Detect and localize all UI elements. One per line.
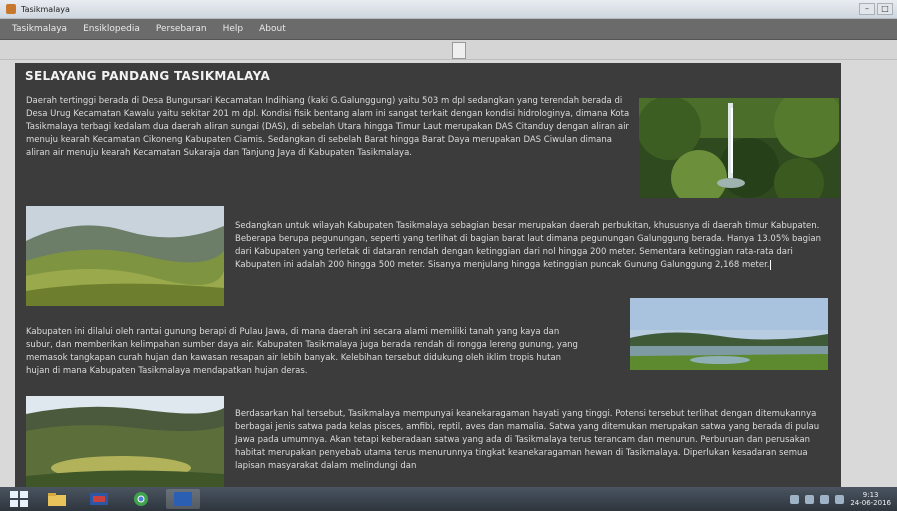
crater-photo — [26, 396, 224, 487]
paragraph-2-wrap: Sedangkan untuk wilayah Kabupaten Tasikm… — [235, 220, 835, 272]
hills-photo — [26, 206, 224, 306]
menu-bar: Tasikmalaya Ensiklopedia Persebaran Help… — [0, 19, 897, 40]
clock-time: 9:13 — [862, 491, 879, 499]
toolstrip — [0, 40, 897, 60]
media-icon — [90, 493, 108, 505]
menu-about[interactable]: About — [251, 24, 294, 34]
browser-icon — [134, 492, 148, 506]
network-icon[interactable] — [820, 494, 830, 504]
maximize-button[interactable]: □ — [877, 3, 893, 15]
taskbar: 9:13 24-06-2016 — [0, 487, 897, 511]
word-icon — [174, 492, 192, 506]
lake-photo — [630, 298, 828, 370]
paragraph-4: Berdasarkan hal tersebut, Tasikmalaya me… — [235, 409, 820, 471]
article-title: SELAYANG PANDANG TASIKMALAYA — [25, 69, 271, 83]
text-caret — [769, 259, 771, 270]
bookmark-icon[interactable] — [452, 42, 466, 59]
start-button[interactable] — [6, 489, 32, 509]
menu-help[interactable]: Help — [215, 24, 252, 34]
system-clock[interactable]: 9:13 24-06-2016 — [850, 491, 891, 507]
app-icon — [6, 4, 16, 14]
volume-icon[interactable] — [835, 494, 845, 504]
chrome-taskbar-button[interactable] — [124, 489, 158, 509]
media-taskbar-button[interactable] — [82, 489, 116, 509]
flag-icon[interactable] — [805, 494, 815, 504]
clock-date: 24-06-2016 — [850, 499, 891, 507]
system-tray: 9:13 24-06-2016 — [790, 491, 891, 507]
paragraph-2: Sedangkan untuk wilayah Kabupaten Tasikm… — [235, 221, 821, 270]
folder-icon — [48, 493, 66, 506]
waterfall-photo — [639, 98, 839, 198]
window-title: Tasikmalaya — [21, 4, 70, 14]
paragraph-3: Kabupaten ini dilalui oleh rantai gunung… — [26, 327, 578, 376]
word-taskbar-button[interactable] — [166, 489, 200, 509]
article-panel[interactable]: SELAYANG PANDANG TASIKMALAYA Daerah tert… — [15, 63, 841, 487]
paragraph-1: Daerah tertinggi berada di Desa Bungursa… — [26, 96, 630, 158]
explorer-taskbar-button[interactable] — [40, 489, 74, 509]
app-window: Tasikmalaya – □ Tasikmalaya Ensiklopedia… — [0, 0, 897, 487]
tray-up-arrow-icon[interactable] — [790, 494, 800, 504]
minimize-button[interactable]: – — [859, 3, 875, 15]
menu-persebaran[interactable]: Persebaran — [148, 24, 215, 34]
menu-tasikmalaya[interactable]: Tasikmalaya — [4, 24, 75, 34]
menu-ensiklopedia[interactable]: Ensiklopedia — [75, 24, 148, 34]
title-bar: Tasikmalaya – □ — [0, 0, 897, 19]
